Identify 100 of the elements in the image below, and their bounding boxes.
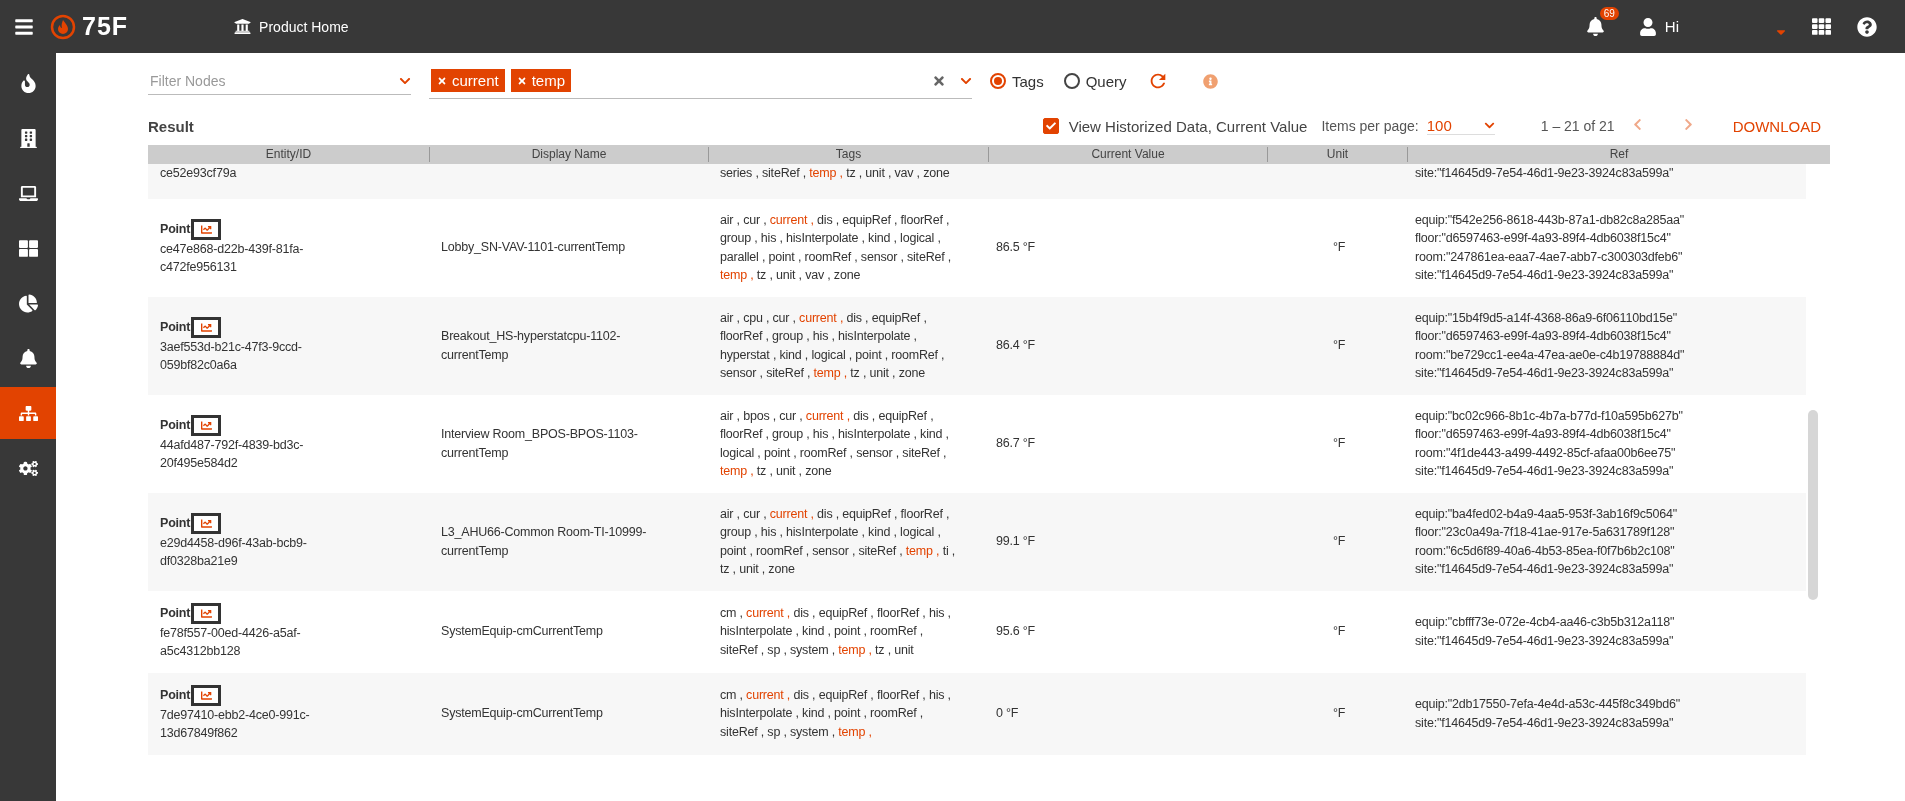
tag-text: roomRef , [799, 445, 853, 460]
unit: °F [1332, 623, 1346, 641]
tag-text: point , [763, 445, 797, 460]
tag-text: kind , [779, 347, 809, 362]
tag-text: cpu , [743, 310, 770, 325]
ref-cell-text: equip:"f542e256-8618-443b-87a1-db82c8a285aa" floor:"d6597463-e99f-4a93-89f4-4db6038f15c4" room:"247861ea-eaa7-4ae7-abb7-c300303dfeb6" site:"f14645d9-7e54-46d1-9e23-3924c83a599a" [1415, 211, 1685, 284]
chart-button[interactable] [191, 316, 222, 338]
tag-text: air , [720, 506, 740, 521]
tag-text: siteRef , [720, 642, 765, 657]
tag-text: logical , [900, 231, 941, 245]
entity-id: 3aef553d-b21c-47f3-9ccd-059bf82c0a6a [160, 338, 303, 374]
tag-text: kind , [802, 624, 831, 639]
entity-id: fe78f557-00ed-4426-a5af-a5c4312bb128 [160, 624, 302, 660]
tag-chip[interactable]: current [431, 69, 505, 92]
tag-text: temp , [720, 464, 754, 478]
help-icon[interactable] [1857, 16, 1877, 37]
page-range: 1 – 21 of 21 [1540, 118, 1615, 134]
tag-text: siteRef , [858, 543, 903, 558]
tag-text: dis , [793, 687, 816, 702]
notification-badge: 69 [1599, 7, 1619, 20]
mode-radio[interactable]: Query [1063, 72, 1127, 90]
tag-text: point , [855, 347, 888, 362]
tag-text: ti , [942, 543, 956, 558]
entity-type: Point [160, 514, 191, 532]
entity-type: Point [160, 220, 191, 238]
unit: °F [1332, 239, 1346, 257]
tag-text: unit , [739, 562, 766, 576]
tag-text: zone [768, 562, 795, 576]
tag-text: equipRef , [842, 506, 898, 521]
tag-text: logical , [720, 445, 761, 460]
tag-text: sp , [767, 642, 787, 657]
tag-text: point , [834, 624, 867, 639]
column-header: Entity/ID [264, 147, 313, 162]
line-chart-icon [200, 321, 212, 333]
historized-checkbox[interactable]: View Historized Data, Current Value [1042, 117, 1308, 135]
tag-text: dis , [817, 506, 839, 521]
tag-chip[interactable]: temp [510, 69, 572, 92]
check-icon [1045, 121, 1056, 131]
tag-text: temp , [905, 543, 940, 558]
clear-icon[interactable] [932, 73, 946, 88]
unit: °F [1332, 705, 1346, 723]
remove-icon[interactable] [516, 75, 527, 86]
current-value: 99.1 °F [996, 533, 1036, 551]
apps-icon[interactable] [1812, 17, 1831, 36]
user-icon[interactable] [1638, 17, 1657, 36]
chart-button[interactable] [191, 414, 222, 436]
tag-text: his , [760, 231, 783, 245]
chart-button[interactable] [191, 684, 222, 706]
tag-text: his , [760, 525, 783, 539]
home-link[interactable]: Product Home [259, 18, 349, 35]
tag-text: air , [720, 212, 740, 227]
tag-text: cur , [772, 310, 796, 325]
tag-text: point , [768, 249, 802, 264]
tag-text: air , [720, 408, 740, 423]
items-per-page-label: Items per page: [1321, 118, 1419, 134]
tag-text: temp , [838, 724, 872, 739]
result-title: Result [148, 117, 194, 135]
tag-text: roomRef , [870, 706, 924, 721]
tag-text: equipRef , [818, 605, 874, 620]
tag-text: cm , [720, 605, 743, 620]
line-chart-icon [200, 223, 212, 235]
tag-text: roomRef , [755, 543, 809, 558]
tag-text: dis , [846, 310, 869, 325]
tag-text: siteRef , [762, 166, 807, 180]
tag-filter-field[interactable]: current temp [429, 63, 972, 99]
remove-icon[interactable] [437, 75, 447, 86]
entity-id: 7de97410-ebb2-4ce0-991c-13d67849f862 [160, 706, 311, 742]
tag-text: current , [805, 408, 850, 423]
tag-text: kind , [802, 706, 831, 721]
tag-text: unit , [776, 268, 802, 282]
chart-button[interactable] [191, 218, 222, 240]
filter-nodes-field[interactable]: Filter Nodes [148, 71, 352, 90]
menu-icon[interactable] [14, 16, 34, 37]
scrollbar-thumb[interactable] [1808, 410, 1818, 600]
tag-text: sp , [767, 724, 787, 739]
tag-text: current , [769, 212, 814, 227]
chart-button[interactable] [191, 512, 222, 534]
tag-text: tz , [846, 166, 863, 180]
ref-cell-text: equip:"cbfff73e-072e-4cb4-aa46-c3b5b312a118" site:"f14645d9-7e54-46d1-9e23-3924c83a599a" [1415, 614, 1675, 650]
bell-icon[interactable] [1585, 17, 1605, 36]
tag-text: floorRef , [720, 427, 769, 441]
current-value: 86.4 °F [996, 337, 1036, 355]
tag-text: kind , [868, 525, 897, 539]
tag-text: roomRef , [870, 624, 924, 639]
tag-text: dis , [793, 605, 816, 620]
tag-text: hisInterpolate , [838, 329, 917, 343]
entity-type: Point [160, 686, 191, 704]
chart-button[interactable] [191, 602, 222, 624]
display-name: Interview Room_BPOS-BPOS-1103-currentTemp [441, 426, 639, 462]
ref-cell-text: equip:"bc02c966-8b1c-4b7a-b77d-f10a595b627b" floor:"d6597463-e99f-4a93-89f4-4db6038f15c4" room:"4f1de443-a499-4492-85cf-afaa00b6ee75" site:"f14645d9-7e54-46d1-9e23-3924c83a599a" [1415, 407, 1683, 480]
entity-id: ce47e868-d22b-439f-81fa-c472fe956131 [160, 240, 305, 276]
items-per-page-select[interactable]: 100 [1426, 117, 1495, 135]
download-link[interactable]: DOWNLOAD [1732, 117, 1821, 135]
tag-text: zone [923, 166, 950, 180]
tag-text: siteRef , [720, 724, 765, 739]
tag-text: group , [720, 525, 758, 539]
tag-text: siteRef , [902, 445, 947, 460]
entity-type: Point [160, 604, 191, 622]
mode-radio[interactable]: Tags [990, 72, 1044, 90]
tag-text: cur , [743, 212, 767, 227]
